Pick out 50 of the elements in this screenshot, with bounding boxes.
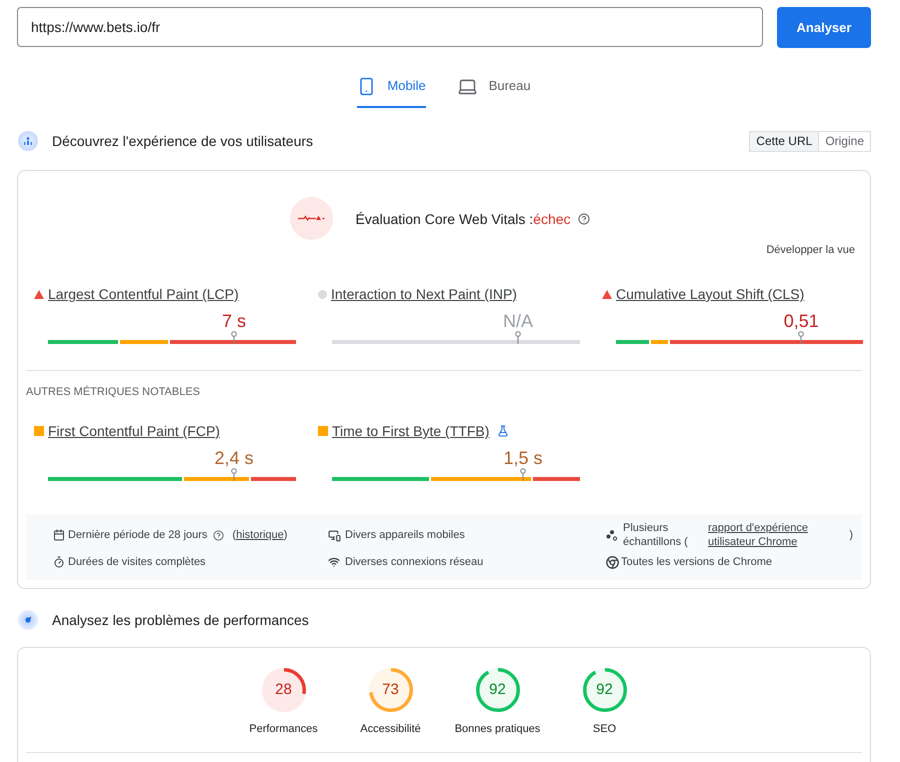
metric-title-link[interactable]: Cumulative Layout Shift (CLS) (616, 286, 804, 302)
metric-title-link[interactable]: Interaction to Next Paint (INP) (331, 286, 517, 302)
metric-value: 7 s (222, 311, 246, 331)
bar-chart-icon (18, 131, 38, 151)
section-title: Analysez les problèmes de performances (52, 611, 309, 629)
assessment-title: Évaluation Core Web Vitals : (355, 210, 534, 228)
metric-title-link[interactable]: First Contentful Paint (FCP) (48, 423, 220, 439)
devices-text: Divers appareils mobiles (345, 528, 465, 542)
score-value: 92 (489, 681, 506, 699)
category-label: Bonnes pratiques (454, 722, 540, 736)
history-link[interactable]: historique (236, 529, 284, 541)
expand-view-button[interactable]: Développer la vue (766, 243, 855, 257)
device-tab[interactable]: Mobile (357, 66, 426, 108)
metric-value: 1,5 s (503, 448, 542, 468)
period-text: Dernière période de 28 jours (68, 528, 208, 542)
duration-text: Durées de visites complètes (68, 555, 206, 569)
category-label: Accessibilité (360, 722, 421, 736)
history-note: (historique) (232, 528, 288, 542)
help-icon[interactable] (578, 212, 590, 224)
category-label: Performances (249, 722, 318, 736)
calendar-icon (53, 529, 65, 541)
metric-title-link[interactable]: Largest Contentful Paint (LCP) (48, 286, 239, 302)
browser-logo-icon (606, 556, 619, 568)
scope-toggle-button[interactable]: Cette URL (749, 130, 820, 152)
url-field[interactable]: https://www.bets.io/fr (17, 7, 763, 47)
network-text: Diverses connexions réseau (345, 555, 484, 569)
section-title: Découvrez l'expérience de vos utilisateurs (52, 132, 314, 150)
score-value: 92 (596, 681, 613, 699)
assessment-status: échec (533, 210, 571, 228)
crux-report-link[interactable]: rapport d'expérience utilisateur Chrome (708, 521, 818, 549)
help-icon[interactable] (213, 530, 224, 540)
versions-text: Toutes les versions de Chrome (621, 555, 772, 569)
timer-icon (53, 556, 65, 568)
scope-toggle-button[interactable]: Origine (819, 130, 871, 152)
metric-value: 0,51 (784, 311, 819, 331)
samples-text: Plusieurs échantillons ( (623, 521, 689, 549)
score-value: 73 (382, 681, 399, 699)
target-dot-icon (18, 610, 38, 630)
metric-value: N/A (503, 311, 533, 331)
category-label: SEO (592, 722, 616, 736)
dots-icon (606, 530, 618, 540)
section-subheading: AUTRES MÉTRIQUES NOTABLES (26, 385, 201, 399)
device-tab[interactable]: Bureau (456, 66, 531, 108)
devices-icon (328, 528, 341, 542)
metric-value: 2,4 s (214, 448, 254, 468)
metric-title-link[interactable]: Time to First Byte (TTFB) (332, 423, 490, 439)
wifi-icon (328, 556, 340, 568)
score-value: 28 (275, 681, 292, 699)
closing-parenthesis: ) (849, 528, 853, 542)
analyze-button[interactable]: Analyser (777, 7, 871, 48)
